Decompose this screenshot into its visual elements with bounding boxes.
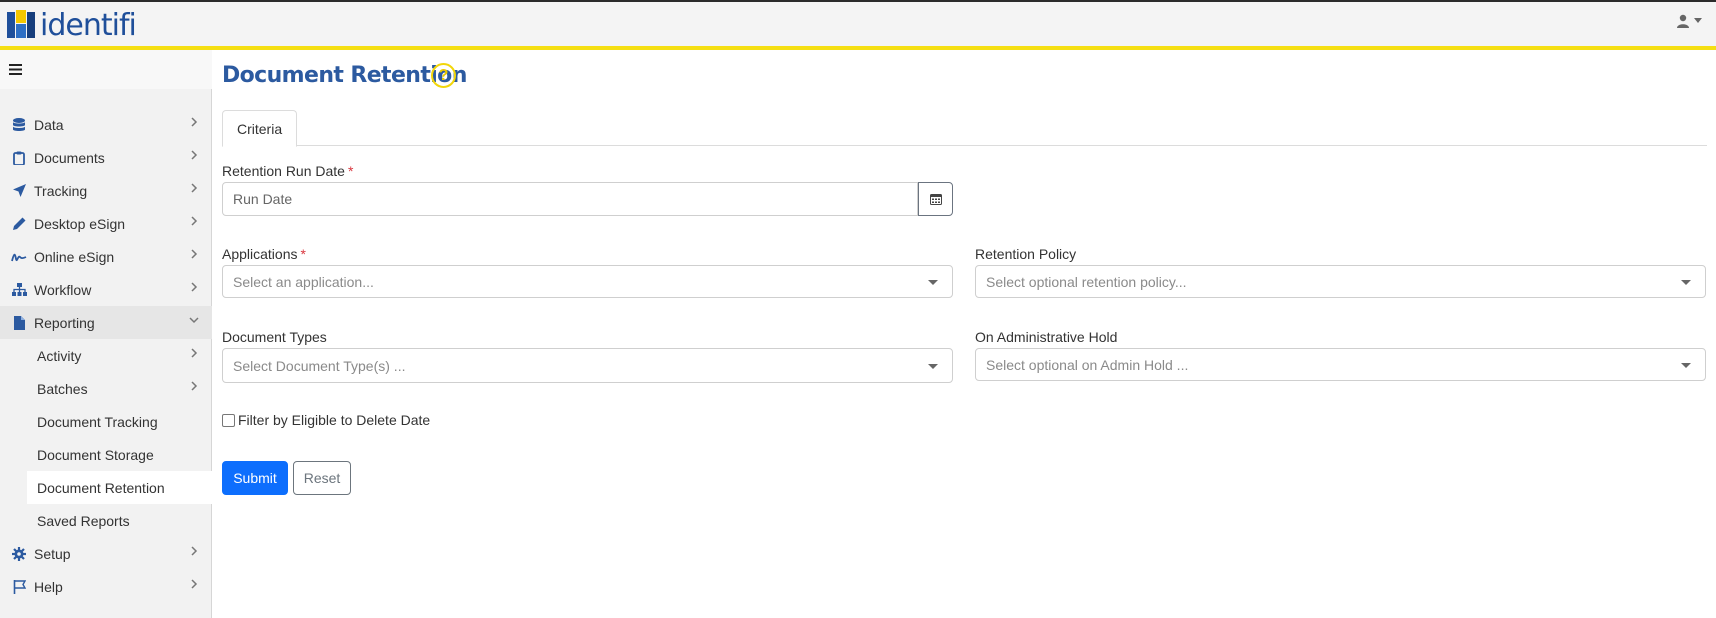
sidebar-item-reporting[interactable]: Reporting	[0, 306, 212, 339]
help-question-icon[interactable]: ?	[431, 63, 456, 88]
filter-eligible-label[interactable]: Filter by Eligible to Delete Date	[238, 412, 430, 428]
retention-policy-label: Retention Policy	[975, 246, 1077, 262]
flag-icon	[11, 579, 27, 595]
chevron-right-icon	[191, 546, 198, 556]
calendar-button[interactable]	[918, 182, 953, 216]
database-icon	[11, 117, 27, 133]
hamburger-icon	[9, 64, 22, 75]
sidebar-item-help[interactable]: Help	[0, 570, 212, 603]
reset-button[interactable]: Reset	[293, 461, 351, 495]
top-bar: identifi	[0, 0, 1716, 50]
run-date-group: Run Date	[222, 182, 953, 216]
sidebar-item-label: Reporting	[34, 314, 95, 331]
caret-down-icon	[928, 364, 938, 369]
caret-down-icon	[1694, 18, 1702, 23]
sidebar-subitem-document-tracking[interactable]: Document Tracking	[0, 405, 212, 438]
chevron-right-icon	[191, 183, 198, 193]
sidebar-subitem-saved-reports[interactable]: Saved Reports	[0, 504, 212, 537]
clipboard-icon	[11, 150, 27, 166]
caret-down-icon	[928, 280, 938, 285]
chevron-right-icon	[191, 579, 198, 589]
caret-down-icon	[1681, 363, 1691, 368]
sidebar-item-label: Desktop eSign	[34, 215, 126, 232]
tab-bar: Criteria	[222, 110, 1707, 147]
pencil-icon	[11, 216, 27, 232]
required-mark: *	[300, 246, 306, 262]
sidebar-subitem-document-storage[interactable]: Document Storage	[0, 438, 212, 471]
caret-down-icon	[1681, 280, 1691, 285]
applications-select[interactable]: Select an application...	[222, 265, 953, 298]
sidebar-subitem-label: Document Tracking	[37, 413, 158, 430]
sidebar-subitem-batches[interactable]: Batches	[0, 372, 212, 405]
tab-criteria[interactable]: Criteria	[222, 110, 298, 147]
admin-hold-select[interactable]: Select optional on Admin Hold ...	[975, 348, 1706, 381]
sidebar-item-label: Workflow	[34, 281, 92, 298]
sitemap-icon	[11, 282, 27, 298]
chevron-down-icon	[189, 317, 199, 324]
sidebar-subitem-document-retention[interactable]: Document Retention	[27, 471, 212, 504]
sidebar-subitem-activity[interactable]: Activity	[0, 339, 212, 372]
chevron-right-icon	[191, 348, 198, 358]
chevron-right-icon	[191, 282, 198, 292]
sidebar-item-tracking[interactable]: Tracking	[0, 174, 212, 207]
gear-icon	[11, 546, 27, 562]
sidebar: Data Documents Tracking Desktop eSign On…	[0, 50, 212, 618]
chevron-right-icon	[191, 249, 198, 259]
signature-icon	[11, 249, 27, 265]
sidebar-item-online-esign[interactable]: Online eSign	[0, 240, 212, 273]
applications-label: Applications *	[222, 246, 306, 262]
sidebar-item-documents[interactable]: Documents	[0, 141, 212, 174]
sidebar-toggle[interactable]	[0, 50, 212, 89]
sidebar-item-label: Help	[34, 578, 63, 595]
logo[interactable]: identifi	[7, 8, 137, 43]
chevron-right-icon	[191, 150, 198, 160]
main-content: Document Retention ? Criteria Retention …	[213, 50, 1716, 618]
sidebar-item-label: Data	[34, 116, 64, 133]
chevron-right-icon	[191, 216, 198, 226]
sidebar-item-data[interactable]: Data	[0, 108, 212, 141]
sidebar-item-label: Setup	[34, 545, 71, 562]
sidebar-item-label: Documents	[34, 149, 105, 166]
document-types-select[interactable]: Select Document Type(s) ...	[222, 348, 953, 383]
sidebar-subitem-label: Batches	[37, 380, 88, 397]
file-icon	[11, 315, 27, 331]
sidebar-item-workflow[interactable]: Workflow	[0, 273, 212, 306]
sidebar-item-setup[interactable]: Setup	[0, 537, 212, 570]
sidebar-subitem-label: Document Storage	[37, 446, 154, 463]
chevron-right-icon	[191, 117, 198, 127]
run-date-input[interactable]: Run Date	[222, 182, 918, 216]
retention-policy-select[interactable]: Select optional retention policy...	[975, 265, 1706, 298]
sidebar-subitem-label: Saved Reports	[37, 512, 130, 529]
sidebar-subitem-label: Activity	[37, 347, 82, 364]
submit-button[interactable]: Submit	[222, 461, 288, 495]
run-date-label: Retention Run Date *	[222, 163, 354, 179]
location-arrow-icon	[11, 183, 27, 199]
filter-eligible-checkbox[interactable]	[222, 413, 235, 427]
logo-mark-icon	[7, 10, 35, 42]
user-menu[interactable]	[1676, 14, 1702, 28]
calendar-icon	[929, 194, 942, 205]
sidebar-nav: Data Documents Tracking Desktop eSign On…	[0, 108, 212, 603]
admin-hold-label: On Administrative Hold	[975, 329, 1118, 345]
user-icon	[1677, 14, 1689, 28]
sidebar-item-label: Online eSign	[34, 248, 115, 265]
required-mark: *	[347, 163, 354, 179]
sidebar-item-label: Tracking	[34, 182, 88, 199]
logo-text: identifi	[40, 8, 137, 43]
filter-eligible-row: Filter by Eligible to Delete Date	[222, 412, 430, 428]
sidebar-item-desktop-esign[interactable]: Desktop eSign	[0, 207, 212, 240]
sidebar-subitem-label: Document Retention	[37, 479, 165, 496]
chevron-right-icon	[191, 381, 198, 391]
document-types-label: Document Types	[222, 329, 327, 345]
